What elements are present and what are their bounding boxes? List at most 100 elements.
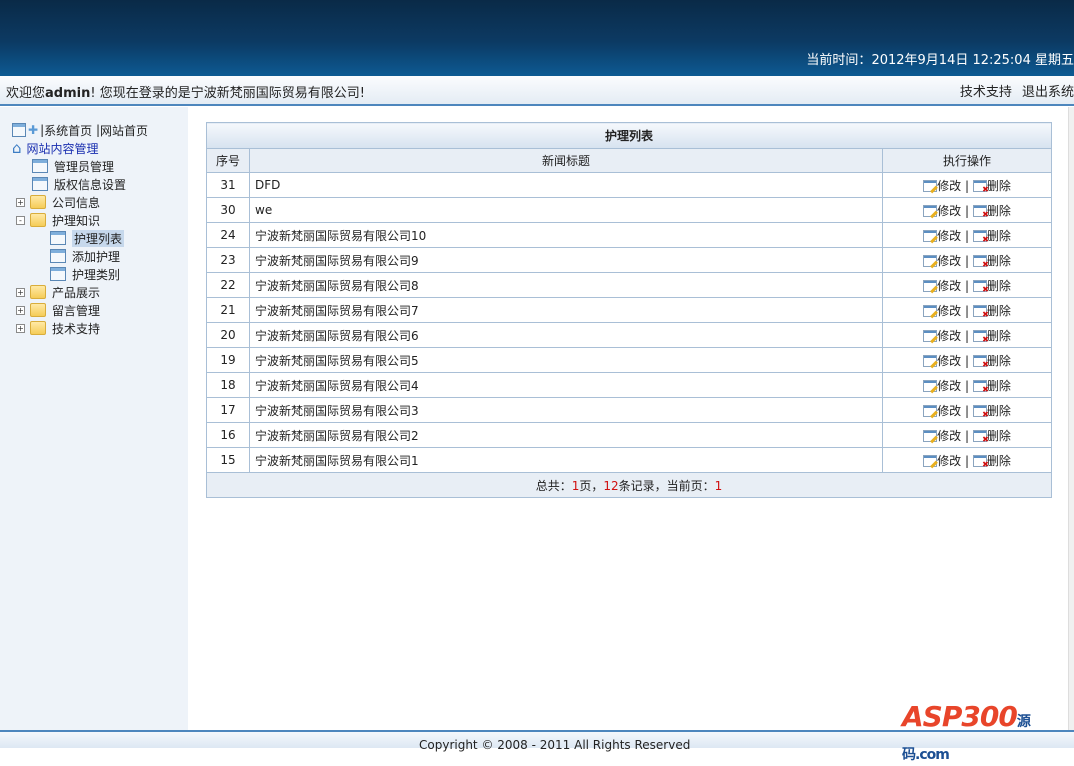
tech-support-link[interactable]: 技术支持 (960, 85, 1012, 100)
sidebar-top-links: ✚ | 系统首页 | 网站首页 (12, 121, 148, 139)
table-row: 17 宁波新梵丽国际贸易有限公司3 修改 | 删除 (206, 397, 1052, 423)
expand-icon[interactable]: + (16, 305, 25, 315)
folder-icon (30, 321, 46, 335)
delete-button[interactable]: 删除 (972, 229, 1011, 244)
col-seq: 序号 (206, 148, 250, 173)
sidebar-item[interactable]: + 公司信息 (12, 193, 148, 211)
page-icon (50, 231, 66, 245)
sidebar-item[interactable]: 版权信息设置 (12, 175, 148, 193)
delete-button[interactable]: 删除 (972, 329, 1011, 344)
delete-icon (972, 405, 989, 419)
sidebar-item-label: 产品展示 (52, 285, 101, 300)
edit-button[interactable]: 修改 (923, 204, 961, 218)
delete-button[interactable]: 删除 (972, 254, 1011, 269)
delete-button[interactable]: 删除 (972, 354, 1011, 369)
edit-button[interactable]: 修改 (923, 304, 961, 318)
nursing-list-table: 护理列表 序号 新闻标题 执行操作 31 DFD 修改 | 删除30 we 修改… (206, 122, 1052, 498)
site-home-link[interactable]: 网站首页 (100, 122, 148, 139)
row-id: 30 (206, 197, 250, 223)
expand-icon[interactable]: + (16, 197, 25, 207)
table-row: 15 宁波新梵丽国际贸易有限公司1 修改 | 删除 (206, 447, 1052, 473)
row-id: 22 (206, 272, 250, 298)
system-home-link[interactable]: 系统首页 (44, 122, 92, 139)
delete-button[interactable]: 删除 (972, 404, 1011, 419)
row-title: we (249, 197, 883, 223)
edit-button[interactable]: 修改 (923, 229, 961, 243)
delete-button[interactable]: 删除 (972, 204, 1011, 219)
row-id: 16 (206, 422, 250, 448)
sidebar-item[interactable]: + 产品展示 (12, 283, 148, 301)
edit-icon (923, 405, 938, 417)
delete-button[interactable]: 删除 (972, 379, 1011, 394)
edit-button[interactable]: 修改 (923, 404, 961, 418)
edit-button[interactable]: 修改 (923, 279, 961, 293)
sidebar-item[interactable]: - 护理知识 (12, 211, 148, 229)
edit-button[interactable]: 修改 (923, 454, 961, 468)
table-row: 30 we 修改 | 删除 (206, 197, 1052, 223)
sidebar-item[interactable]: 护理列表 (12, 229, 148, 247)
delete-icon (972, 205, 989, 219)
row-title: 宁波新梵丽国际贸易有限公司4 (249, 372, 883, 398)
edit-button[interactable]: 修改 (923, 354, 961, 368)
expand-icon[interactable]: + (16, 287, 25, 297)
row-title: 宁波新梵丽国际贸易有限公司2 (249, 422, 883, 448)
delete-button[interactable]: 删除 (972, 304, 1011, 319)
sidebar-root[interactable]: ⌂ 网站内容管理 (12, 139, 148, 157)
delete-button[interactable]: 删除 (972, 279, 1011, 294)
welcome-bar: 欢迎您admin! 您现在登录的是宁波新梵丽国际贸易有限公司! 技术支持 退出系… (0, 76, 1074, 106)
sidebar-item-label: 技术支持 (52, 321, 101, 336)
sidebar-item-label: 版权信息设置 (54, 177, 127, 192)
delete-icon (972, 255, 989, 269)
sidebar-item-label: 护理知识 (52, 213, 101, 228)
delete-icon (972, 355, 989, 369)
sidebar-item-label: 管理员管理 (54, 159, 115, 174)
sidebar-item-label: 护理类别 (72, 267, 121, 282)
edit-icon (923, 305, 938, 317)
table-title: 护理列表 (206, 122, 1052, 149)
sidebar-item[interactable]: + 留言管理 (12, 301, 148, 319)
delete-icon (972, 380, 989, 394)
table-row: 21 宁波新梵丽国际贸易有限公司7 修改 | 删除 (206, 297, 1052, 323)
delete-icon (972, 305, 989, 319)
edit-icon (923, 205, 938, 217)
edit-icon (923, 255, 938, 267)
delete-icon (972, 230, 989, 244)
edit-button[interactable]: 修改 (923, 429, 961, 443)
delete-icon (972, 330, 989, 344)
row-title: 宁波新梵丽国际贸易有限公司3 (249, 397, 883, 423)
table-row: 23 宁波新梵丽国际贸易有限公司9 修改 | 删除 (206, 247, 1052, 273)
scrollbar[interactable] (1068, 107, 1074, 748)
sidebar-item[interactable]: 管理员管理 (12, 157, 148, 175)
expand-icon[interactable]: + (16, 323, 25, 333)
edit-icon (923, 230, 938, 242)
table-row: 18 宁波新梵丽国际贸易有限公司4 修改 | 删除 (206, 372, 1052, 398)
table-row: 22 宁波新梵丽国际贸易有限公司8 修改 | 删除 (206, 272, 1052, 298)
sidebar-item[interactable]: 护理类别 (12, 265, 148, 283)
logout-link[interactable]: 退出系统 (1022, 85, 1074, 100)
edit-button[interactable]: 修改 (923, 329, 961, 343)
edit-button[interactable]: 修改 (923, 179, 961, 193)
row-title: 宁波新梵丽国际贸易有限公司7 (249, 297, 883, 323)
row-title: 宁波新梵丽国际贸易有限公司8 (249, 272, 883, 298)
page-icon (50, 267, 66, 281)
collapse-icon[interactable]: - (16, 215, 25, 225)
home-icon: ⌂ (12, 139, 22, 157)
delete-button[interactable]: 删除 (972, 179, 1011, 194)
edit-icon (923, 355, 938, 367)
folder-icon (30, 285, 46, 299)
edit-icon (923, 455, 938, 467)
folder-icon (30, 303, 46, 317)
row-title: 宁波新梵丽国际贸易有限公司9 (249, 247, 883, 273)
table-row: 16 宁波新梵丽国际贸易有限公司2 修改 | 删除 (206, 422, 1052, 448)
edit-button[interactable]: 修改 (923, 254, 961, 268)
pager: 总共：1页，12条记录，当前页：1 (206, 472, 1052, 498)
edit-button[interactable]: 修改 (923, 379, 961, 393)
sidebar-item[interactable]: + 技术支持 (12, 319, 148, 337)
row-title: 宁波新梵丽国际贸易有限公司6 (249, 322, 883, 348)
folder-icon (30, 195, 46, 209)
row-id: 31 (206, 172, 250, 198)
delete-button[interactable]: 删除 (972, 454, 1011, 469)
sidebar-item[interactable]: 添加护理 (12, 247, 148, 265)
delete-button[interactable]: 删除 (972, 429, 1011, 444)
asp300-logo: ASP300源码.com (902, 700, 1031, 763)
